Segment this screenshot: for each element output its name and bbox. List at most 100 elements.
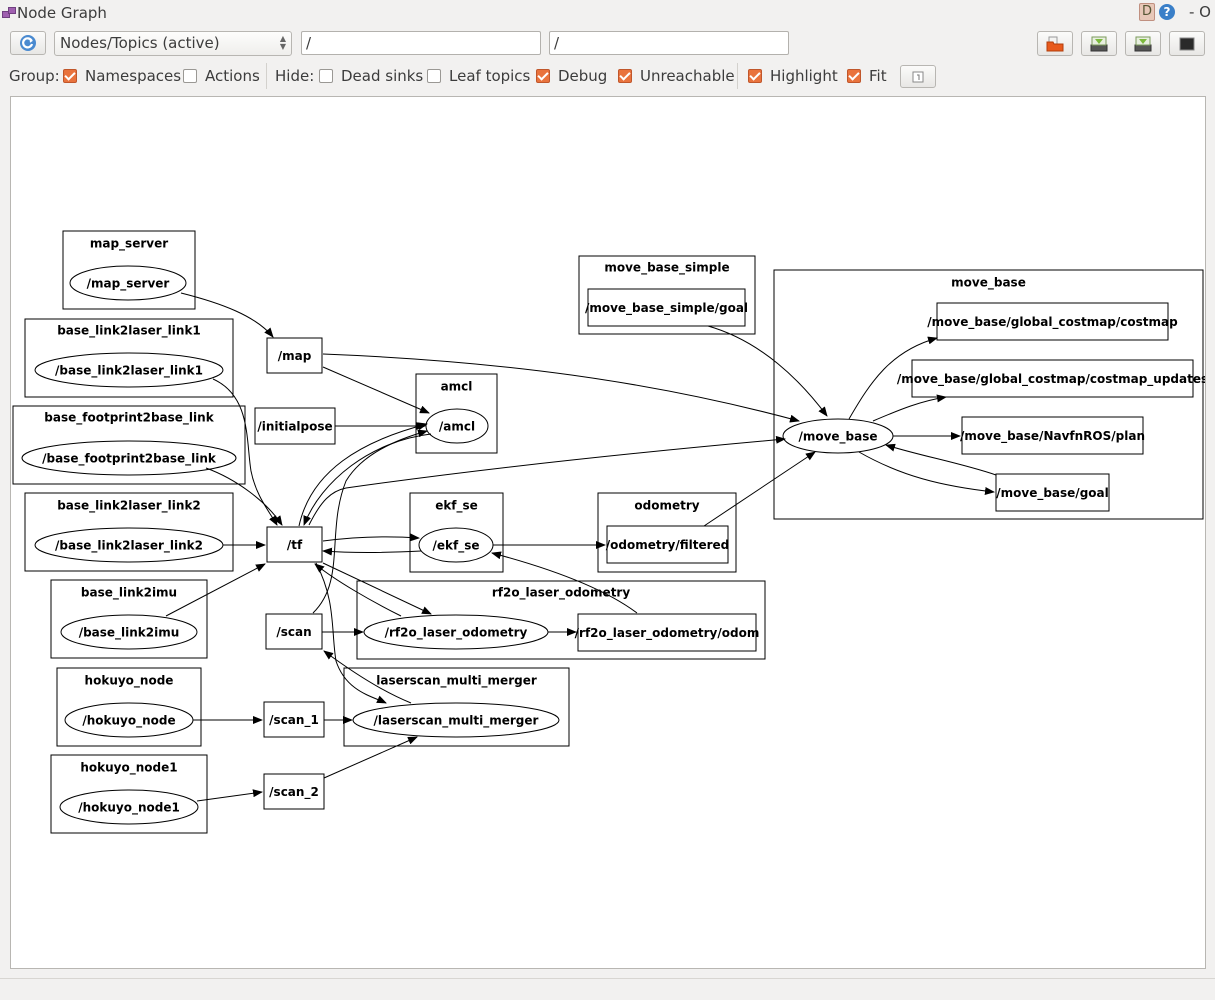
topic-label: /move_base_simple/goal xyxy=(585,301,748,316)
namespace-cluster-amcl[interactable]: amcl xyxy=(415,373,498,454)
topic-odometry-filtered[interactable]: /odometry/filtered xyxy=(606,525,730,564)
namespace-cluster-base-link2laser-link1[interactable]: base_link2laser_link1 xyxy=(24,318,234,398)
node-rf2o-laser-odometry[interactable]: /rf2o_laser_odometry xyxy=(363,614,549,650)
edge-move-base-to-move-base-global-costmap-costmap-updates[interactable] xyxy=(872,394,947,422)
node-base-link2imu[interactable]: /base_link2imu xyxy=(60,614,198,650)
topic-move-base-global-costmap-costmap-updates[interactable]: /move_base/global_costmap/costmap_update… xyxy=(897,359,1208,398)
edge-ekf-se-to-tf[interactable] xyxy=(322,547,422,556)
edge-rf2o-laser-odometry-odom-to-ekf-se[interactable] xyxy=(491,551,638,614)
edge-tf-to-rf2o-laser-odometry[interactable] xyxy=(322,562,432,615)
edge-map-to-amcl[interactable] xyxy=(322,366,430,414)
cluster-label: hokuyo_node1 xyxy=(80,761,177,776)
node-move-base[interactable]: /move_base xyxy=(782,418,894,454)
namespace-cluster-map-server[interactable]: map_server xyxy=(62,230,196,310)
screenshot-button[interactable] xyxy=(1169,31,1205,56)
topic-initialpose[interactable]: /initialpose xyxy=(254,407,336,445)
screenshot-icon xyxy=(1179,37,1195,50)
debug-label[interactable]: Debug xyxy=(558,66,607,86)
edge-move-base-goal-to-move-base[interactable] xyxy=(885,443,997,476)
edge-tf-to-ekf-se[interactable] xyxy=(322,533,420,542)
cluster-label: map_server xyxy=(90,237,168,252)
namespaces-checkbox[interactable] xyxy=(63,69,77,83)
graph-canvas[interactable]: map_server base_link2laser_link1 base_foot… xyxy=(10,96,1208,969)
actions-checkbox[interactable] xyxy=(183,69,197,83)
edge-tf-to-move-base[interactable] xyxy=(308,435,786,526)
actions-label[interactable]: Actions xyxy=(205,66,260,86)
save-image-button[interactable] xyxy=(1125,31,1161,56)
fit-checkbox[interactable] xyxy=(847,69,861,83)
refresh-button[interactable] xyxy=(10,31,46,55)
edge-scan-2-to-laserscan-multi-merger[interactable] xyxy=(323,736,418,779)
node-hokuyo-node1[interactable]: /hokuyo_node1 xyxy=(59,789,199,825)
unreachable-checkbox[interactable] xyxy=(618,69,632,83)
topic-label: /tf xyxy=(287,538,303,552)
highlight-label[interactable]: Highlight xyxy=(770,66,838,86)
topic-tf[interactable]: /tf xyxy=(266,526,323,563)
edge-tf-to-amcl[interactable] xyxy=(298,422,428,527)
topic-rf2o-laser-odometry-odom[interactable]: /rf2o_laser_odometry/odom xyxy=(575,613,760,652)
node-base-link2laser-link2[interactable]: /base_link2laser_link2 xyxy=(34,527,224,563)
leaf-topics-label[interactable]: Leaf topics xyxy=(449,66,530,86)
node-ekf-se[interactable]: /ekf_se xyxy=(418,527,494,563)
node-base-footprint2base-link[interactable]: /base_footprint2base_link xyxy=(21,440,237,476)
edge-move-base-to-move-base-goal[interactable] xyxy=(858,451,995,495)
cluster-label: odometry xyxy=(634,499,699,513)
node-label: /amcl xyxy=(439,420,475,434)
topic-scan[interactable]: /scan xyxy=(265,613,323,650)
namespace-cluster-laserscan-multi-merger[interactable]: laserscan_multi_merger xyxy=(343,667,570,747)
help-icon[interactable]: ? xyxy=(1159,4,1175,20)
namespace-cluster-hokuyo-node[interactable]: hokuyo_node xyxy=(56,667,202,747)
topic-scan-1[interactable]: /scan_1 xyxy=(263,701,325,738)
node-hokuyo-node[interactable]: /hokuyo_node xyxy=(64,702,194,738)
edge-base-footprint2base-link-to-tf[interactable] xyxy=(205,467,283,526)
topic-move-base-global-costmap-costmap[interactable]: /move_base/global_costmap/costmap xyxy=(927,302,1178,341)
dock-d-icon[interactable]: D xyxy=(1139,3,1155,21)
namespace-cluster-move-base-simple[interactable]: move_base_simple xyxy=(578,255,756,335)
cluster-label: base_link2imu xyxy=(81,586,177,601)
node-graph-app-icon xyxy=(2,7,16,19)
namespace-cluster-move-base[interactable]: move_base xyxy=(773,269,1204,520)
fit-view-button[interactable] xyxy=(900,65,936,88)
edge-map-to-move-base[interactable] xyxy=(322,353,800,423)
dead-sinks-checkbox[interactable] xyxy=(319,69,333,83)
namespaces-label[interactable]: Namespaces xyxy=(85,66,181,86)
group-label: Group: xyxy=(9,67,60,85)
edge-base-link2imu-to-tf[interactable] xyxy=(165,563,266,617)
topic-move-base-navfnros-plan[interactable]: /move_base/NavfnROS/plan xyxy=(960,416,1145,455)
edge-odometry-filtered-to-move-base[interactable] xyxy=(703,451,816,527)
unreachable-label[interactable]: Unreachable xyxy=(640,66,735,86)
node-base-link2laser-link1[interactable]: /base_link2laser_link1 xyxy=(34,352,224,388)
namespace-cluster-ekf-se[interactable]: ekf_se xyxy=(409,492,504,573)
fit-label[interactable]: Fit xyxy=(869,66,887,86)
save-dot-button[interactable] xyxy=(1081,31,1117,56)
graph-type-select[interactable]: Nodes/Topics (active) ▲ ▼ xyxy=(54,31,292,56)
cluster-label: base_link2laser_link1 xyxy=(57,324,201,339)
node-label: /rf2o_laser_odometry xyxy=(385,626,528,641)
namespace-cluster-base-footprint2base-link[interactable]: base_footprint2base_link xyxy=(12,405,246,485)
highlight-checkbox[interactable] xyxy=(748,69,762,83)
node-amcl[interactable]: /amcl xyxy=(425,408,489,444)
namespace-cluster-odometry[interactable]: odometry xyxy=(597,492,737,573)
namespace-cluster-base-link2laser-link2[interactable]: base_link2laser_link2 xyxy=(24,492,234,572)
node-label: /move_base xyxy=(798,430,877,445)
namespace-cluster-hokuyo-node1[interactable]: hokuyo_node1 xyxy=(50,754,208,834)
topic-scan-2[interactable]: /scan_2 xyxy=(263,773,325,810)
node-laserscan-multi-merger[interactable]: /laserscan_multi_merger xyxy=(352,702,560,738)
open-icon xyxy=(1046,36,1064,51)
topic-move-base-goal[interactable]: /move_base/goal xyxy=(995,473,1110,512)
topic-map[interactable]: /map xyxy=(266,337,323,374)
node-map-server[interactable]: /map_server xyxy=(69,265,187,301)
dead-sinks-label[interactable]: Dead sinks xyxy=(341,66,423,86)
leaf-topics-checkbox[interactable] xyxy=(427,69,441,83)
graph-svg[interactable]: map_server base_link2laser_link1 base_foot… xyxy=(11,97,1208,968)
topic-filter-input[interactable]: / xyxy=(549,31,789,55)
topic-move-base-simple-goal[interactable]: /move_base_simple/goal xyxy=(585,288,748,327)
node-filter-input[interactable]: / xyxy=(301,31,541,55)
debug-checkbox[interactable] xyxy=(536,69,550,83)
cluster-label: move_base xyxy=(951,276,1026,291)
node-label: /laserscan_multi_merger xyxy=(374,714,539,729)
cluster-label: amcl xyxy=(441,380,473,394)
window-controls-text[interactable]: - O xyxy=(1189,3,1211,21)
namespace-cluster-base-link2imu[interactable]: base_link2imu xyxy=(50,579,208,659)
load-dot-button[interactable] xyxy=(1037,31,1073,56)
